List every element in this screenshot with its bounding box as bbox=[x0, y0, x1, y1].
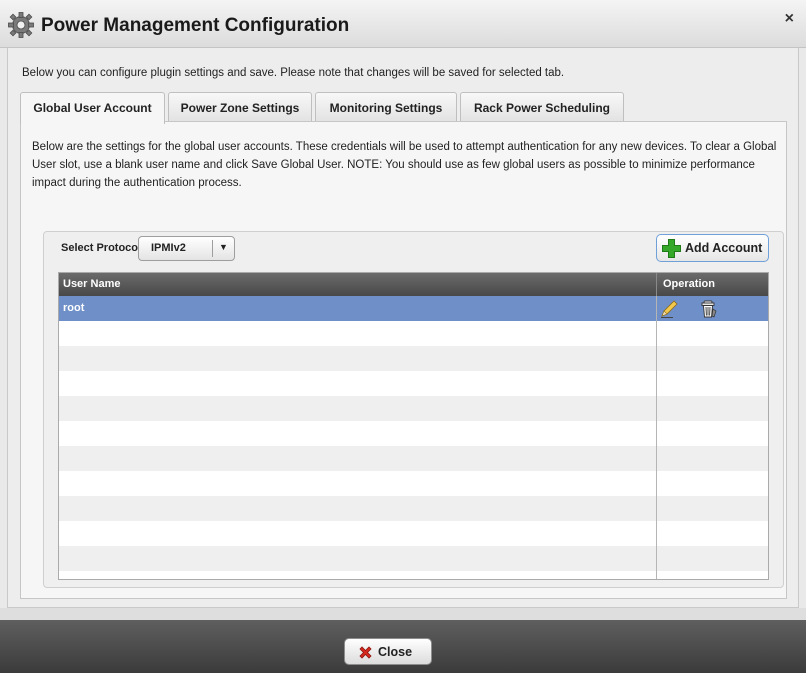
add-account-button[interactable]: Add Account bbox=[656, 234, 769, 262]
empty-row bbox=[59, 471, 768, 496]
tab-label: Monitoring Settings bbox=[329, 101, 443, 115]
empty-row bbox=[59, 496, 768, 521]
protocol-label: Select Protocol: bbox=[61, 242, 145, 254]
empty-row bbox=[59, 321, 768, 346]
close-icon[interactable]: × bbox=[785, 10, 794, 28]
footer-bar: Close bbox=[0, 620, 806, 673]
protocol-select[interactable]: IPMIv2 ▼ bbox=[138, 236, 235, 261]
empty-row bbox=[59, 446, 768, 471]
description-text: Below are the settings for the global us… bbox=[32, 141, 777, 189]
gear-icon bbox=[8, 12, 34, 38]
tab-content-global-user-account: Below are the settings for the global us… bbox=[20, 121, 787, 599]
empty-row bbox=[59, 346, 768, 371]
grid-header: User Name Operation bbox=[59, 273, 768, 296]
empty-row bbox=[59, 371, 768, 396]
red-x-icon bbox=[359, 646, 372, 659]
footer-gap bbox=[0, 608, 806, 620]
close-button-label: Close bbox=[378, 645, 413, 659]
green-plus-icon bbox=[662, 239, 681, 258]
empty-row bbox=[59, 521, 768, 546]
column-header-user-name[interactable]: User Name bbox=[63, 278, 120, 290]
tab-power-zone-settings[interactable]: Power Zone Settings bbox=[168, 92, 312, 122]
empty-row bbox=[59, 546, 768, 571]
tab-label: Power Zone Settings bbox=[180, 101, 300, 115]
tab-label: Rack Power Scheduling bbox=[473, 101, 611, 115]
config-panel: Below you can configure plugin settings … bbox=[7, 48, 799, 608]
window-title: Power Management Configuration bbox=[41, 15, 350, 36]
tab-label: Global User Account bbox=[33, 101, 152, 115]
column-divider bbox=[656, 296, 657, 579]
add-account-label: Add Account bbox=[685, 241, 763, 255]
empty-row bbox=[59, 571, 768, 579]
tab-monitoring-settings[interactable]: Monitoring Settings bbox=[315, 92, 457, 122]
user-grid: User Name Operation root bbox=[58, 272, 769, 580]
title-bar: Power Management Configuration × bbox=[0, 0, 806, 48]
trash-delete-icon[interactable] bbox=[699, 299, 719, 319]
intro-text: Below you can configure plugin settings … bbox=[22, 67, 565, 79]
tab-rack-power-scheduling[interactable]: Rack Power Scheduling bbox=[460, 92, 624, 122]
column-separator bbox=[656, 273, 657, 296]
column-header-operation: Operation bbox=[663, 278, 715, 290]
pencil-edit-icon[interactable] bbox=[659, 299, 679, 319]
select-divider bbox=[212, 240, 213, 257]
chevron-down-icon: ▼ bbox=[219, 242, 228, 252]
protocol-selected-value: IPMIv2 bbox=[151, 242, 186, 254]
empty-row bbox=[59, 396, 768, 421]
grid-body: root bbox=[59, 296, 768, 579]
user-name-cell: root bbox=[63, 302, 85, 314]
empty-row bbox=[59, 421, 768, 446]
tab-global-user-account[interactable]: Global User Account bbox=[20, 92, 165, 124]
accounts-section: Select Protocol: IPMIv2 ▼ Add Account Us… bbox=[43, 231, 784, 588]
close-button[interactable]: Close bbox=[344, 638, 432, 665]
